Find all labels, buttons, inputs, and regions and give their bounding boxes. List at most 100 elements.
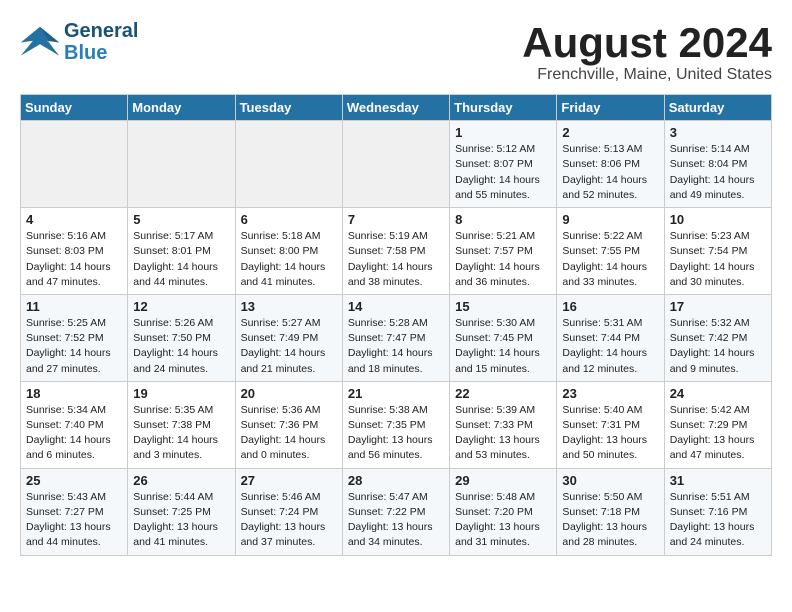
day-number: 23 bbox=[562, 386, 658, 401]
day-number: 12 bbox=[133, 299, 229, 314]
calendar-cell: 20 Sunrise: 5:36 AMSunset: 7:36 PMDayligh… bbox=[235, 381, 342, 468]
day-info: Sunrise: 5:44 AMSunset: 7:25 PMDaylight:… bbox=[133, 490, 229, 551]
day-info: Sunrise: 5:16 AMSunset: 8:03 PMDaylight:… bbox=[26, 229, 122, 290]
day-info: Sunrise: 5:13 AMSunset: 8:06 PMDaylight:… bbox=[562, 142, 658, 203]
day-number: 21 bbox=[348, 386, 444, 401]
day-info: Sunrise: 5:21 AMSunset: 7:57 PMDaylight:… bbox=[455, 229, 551, 290]
day-number: 14 bbox=[348, 299, 444, 314]
calendar-cell bbox=[342, 121, 449, 208]
calendar-cell bbox=[235, 121, 342, 208]
page-subtitle: Frenchville, Maine, United States bbox=[522, 66, 772, 84]
day-info: Sunrise: 5:22 AMSunset: 7:55 PMDaylight:… bbox=[562, 229, 658, 290]
calendar-cell: 6Sunrise: 5:18 AMSunset: 8:00 PMDaylight… bbox=[235, 208, 342, 295]
day-number: 2 bbox=[562, 125, 658, 140]
day-number: 19 bbox=[133, 386, 229, 401]
calendar-cell: 10Sunrise: 5:23 AMSunset: 7:54 PMDayligh… bbox=[664, 208, 771, 295]
weekday-header-wednesday: Wednesday bbox=[342, 95, 449, 121]
calendar-cell bbox=[128, 121, 235, 208]
calendar-cell: 15 Sunrise: 5:30 AMSunset: 7:45 PMDayligh… bbox=[450, 294, 557, 381]
day-info: Sunrise: 5:48 AMSunset: 7:20 PMDaylight:… bbox=[455, 490, 551, 551]
day-info: Sunrise: 5:36 AMSunset: 7:36 PMDaylight:… bbox=[241, 403, 337, 464]
day-info: Sunrise: 5:40 AMSunset: 7:31 PMDaylight:… bbox=[562, 403, 658, 464]
calendar-cell: 23 Sunrise: 5:40 AMSunset: 7:31 PMDayligh… bbox=[557, 381, 664, 468]
day-number: 10 bbox=[670, 212, 766, 227]
calendar-cell: 24 Sunrise: 5:42 AMSunset: 7:29 PMDayligh… bbox=[664, 381, 771, 468]
day-number: 24 bbox=[670, 386, 766, 401]
calendar-cell: 17 Sunrise: 5:32 AMSunset: 7:42 PMDayligh… bbox=[664, 294, 771, 381]
day-number: 11 bbox=[26, 299, 122, 314]
calendar-cell: 2 Sunrise: 5:13 AMSunset: 8:06 PMDaylight… bbox=[557, 121, 664, 208]
day-info: Sunrise: 5:14 AMSunset: 8:04 PMDaylight:… bbox=[670, 142, 766, 203]
calendar-cell: 31 Sunrise: 5:51 AMSunset: 7:16 PMDayligh… bbox=[664, 468, 771, 555]
day-number: 1 bbox=[455, 125, 551, 140]
day-number: 18 bbox=[26, 386, 122, 401]
day-number: 31 bbox=[670, 473, 766, 488]
day-info: Sunrise: 5:17 AMSunset: 8:01 PMDaylight:… bbox=[133, 229, 229, 290]
day-number: 5 bbox=[133, 212, 229, 227]
title-block: August 2024 Frenchville, Maine, United S… bbox=[522, 20, 772, 84]
weekday-header-friday: Friday bbox=[557, 95, 664, 121]
day-info: Sunrise: 5:39 AMSunset: 7:33 PMDaylight:… bbox=[455, 403, 551, 464]
day-number: 16 bbox=[562, 299, 658, 314]
weekday-header-tuesday: Tuesday bbox=[235, 95, 342, 121]
calendar-cell: 21 Sunrise: 5:38 AMSunset: 7:35 PMDayligh… bbox=[342, 381, 449, 468]
week-row-5: 25 Sunrise: 5:43 AMSunset: 7:27 PMDayligh… bbox=[21, 468, 772, 555]
calendar-cell: 19 Sunrise: 5:35 AMSunset: 7:38 PMDayligh… bbox=[128, 381, 235, 468]
day-info: Sunrise: 5:42 AMSunset: 7:29 PMDaylight:… bbox=[670, 403, 766, 464]
page-title: August 2024 bbox=[522, 20, 772, 66]
day-number: 26 bbox=[133, 473, 229, 488]
day-info: Sunrise: 5:35 AMSunset: 7:38 PMDaylight:… bbox=[133, 403, 229, 464]
calendar-cell: 11 Sunrise: 5:25 AMSunset: 7:52 PMDayligh… bbox=[21, 294, 128, 381]
day-number: 8 bbox=[455, 212, 551, 227]
day-info: Sunrise: 5:38 AMSunset: 7:35 PMDaylight:… bbox=[348, 403, 444, 464]
day-number: 25 bbox=[26, 473, 122, 488]
calendar-cell: 5 Sunrise: 5:17 AMSunset: 8:01 PMDaylight… bbox=[128, 208, 235, 295]
calendar-cell: 28Sunrise: 5:47 AMSunset: 7:22 PMDayligh… bbox=[342, 468, 449, 555]
day-info: Sunrise: 5:47 AMSunset: 7:22 PMDaylight:… bbox=[348, 490, 444, 551]
day-info: Sunrise: 5:26 AMSunset: 7:50 PMDaylight:… bbox=[133, 316, 229, 377]
calendar-cell: 8 Sunrise: 5:21 AMSunset: 7:57 PMDaylight… bbox=[450, 208, 557, 295]
day-info: Sunrise: 5:30 AMSunset: 7:45 PMDaylight:… bbox=[455, 316, 551, 377]
calendar-cell bbox=[21, 121, 128, 208]
week-row-4: 18 Sunrise: 5:34 AMSunset: 7:40 PMDayligh… bbox=[21, 381, 772, 468]
day-info: Sunrise: 5:31 AMSunset: 7:44 PMDaylight:… bbox=[562, 316, 658, 377]
calendar-cell: 12 Sunrise: 5:26 AMSunset: 7:50 PMDayligh… bbox=[128, 294, 235, 381]
header: General Blue August 2024 Frenchville, Ma… bbox=[20, 20, 772, 84]
logo-text: General Blue bbox=[64, 20, 138, 64]
weekday-header-sunday: Sunday bbox=[21, 95, 128, 121]
logo-icon bbox=[20, 25, 60, 60]
day-number: 15 bbox=[455, 299, 551, 314]
day-info: Sunrise: 5:32 AMSunset: 7:42 PMDaylight:… bbox=[670, 316, 766, 377]
calendar-cell: 26 Sunrise: 5:44 AMSunset: 7:25 PMDayligh… bbox=[128, 468, 235, 555]
weekday-header-row: SundayMondayTuesdayWednesdayThursdayFrid… bbox=[21, 95, 772, 121]
logo: General Blue bbox=[20, 20, 138, 64]
calendar-cell: 7Sunrise: 5:19 AMSunset: 7:58 PMDaylight… bbox=[342, 208, 449, 295]
calendar-table: SundayMondayTuesdayWednesdayThursdayFrid… bbox=[20, 94, 772, 555]
day-info: Sunrise: 5:51 AMSunset: 7:16 PMDaylight:… bbox=[670, 490, 766, 551]
day-info: Sunrise: 5:19 AMSunset: 7:58 PMDaylight:… bbox=[348, 229, 444, 290]
calendar-cell: 14Sunrise: 5:28 AMSunset: 7:47 PMDayligh… bbox=[342, 294, 449, 381]
calendar-cell: 29Sunrise: 5:48 AMSunset: 7:20 PMDayligh… bbox=[450, 468, 557, 555]
weekday-header-saturday: Saturday bbox=[664, 95, 771, 121]
day-info: Sunrise: 5:12 AMSunset: 8:07 PMDaylight:… bbox=[455, 142, 551, 203]
day-info: Sunrise: 5:25 AMSunset: 7:52 PMDaylight:… bbox=[26, 316, 122, 377]
day-number: 4 bbox=[26, 212, 122, 227]
day-number: 20 bbox=[241, 386, 337, 401]
day-number: 9 bbox=[562, 212, 658, 227]
calendar-cell: 22Sunrise: 5:39 AMSunset: 7:33 PMDayligh… bbox=[450, 381, 557, 468]
day-info: Sunrise: 5:50 AMSunset: 7:18 PMDaylight:… bbox=[562, 490, 658, 551]
day-info: Sunrise: 5:34 AMSunset: 7:40 PMDaylight:… bbox=[26, 403, 122, 464]
day-number: 27 bbox=[241, 473, 337, 488]
calendar-cell: 18 Sunrise: 5:34 AMSunset: 7:40 PMDayligh… bbox=[21, 381, 128, 468]
day-info: Sunrise: 5:27 AMSunset: 7:49 PMDaylight:… bbox=[241, 316, 337, 377]
day-number: 13 bbox=[241, 299, 337, 314]
week-row-1: 1 Sunrise: 5:12 AMSunset: 8:07 PMDaylight… bbox=[21, 121, 772, 208]
day-number: 17 bbox=[670, 299, 766, 314]
calendar-cell: 16 Sunrise: 5:31 AMSunset: 7:44 PMDayligh… bbox=[557, 294, 664, 381]
calendar-cell: 27Sunrise: 5:46 AMSunset: 7:24 PMDayligh… bbox=[235, 468, 342, 555]
weekday-header-thursday: Thursday bbox=[450, 95, 557, 121]
day-info: Sunrise: 5:43 AMSunset: 7:27 PMDaylight:… bbox=[26, 490, 122, 551]
calendar-cell: 3Sunrise: 5:14 AMSunset: 8:04 PMDaylight… bbox=[664, 121, 771, 208]
day-number: 30 bbox=[562, 473, 658, 488]
calendar-cell: 1 Sunrise: 5:12 AMSunset: 8:07 PMDaylight… bbox=[450, 121, 557, 208]
